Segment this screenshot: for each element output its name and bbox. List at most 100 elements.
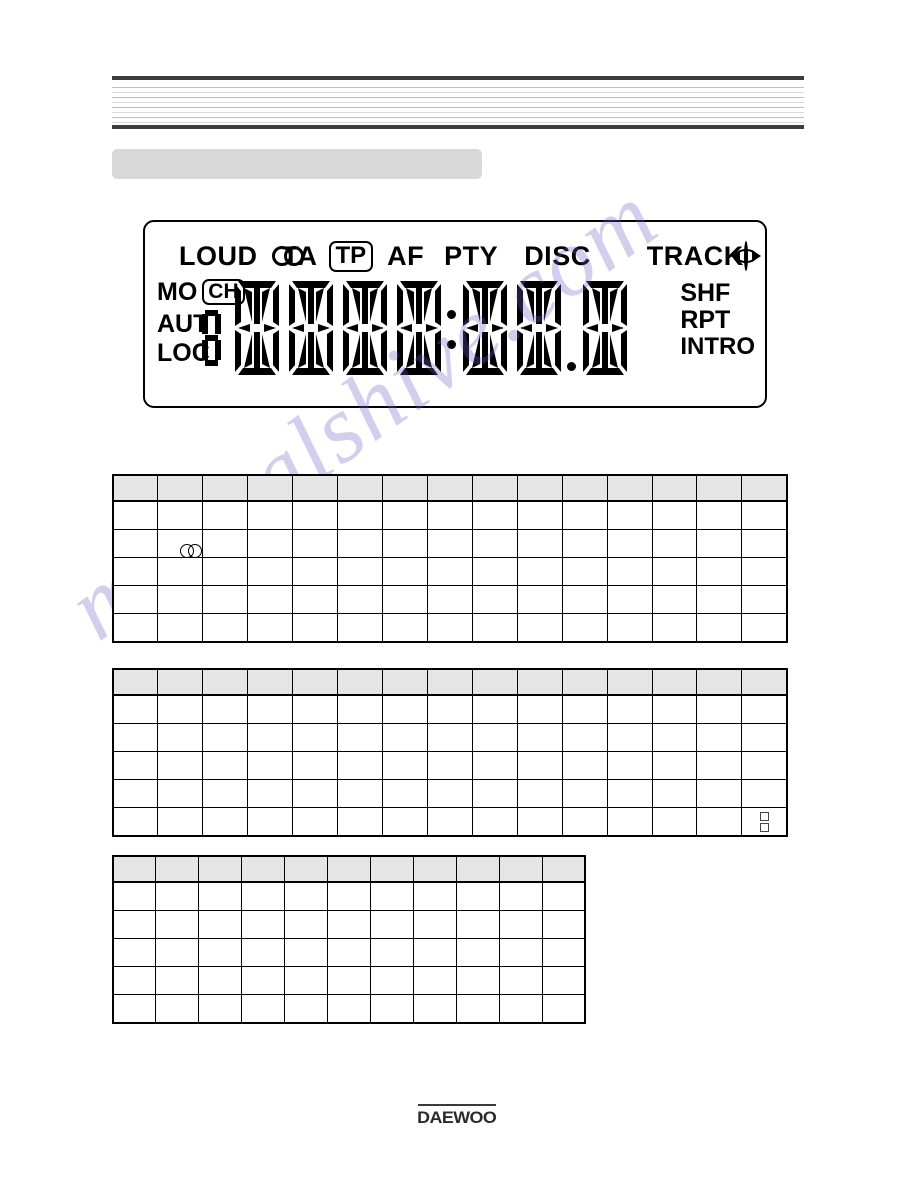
- preset-number-digit: [202, 310, 221, 366]
- segment-cell-6: [512, 278, 566, 378]
- table-cell: [696, 613, 743, 643]
- table-cell: [541, 966, 586, 995]
- table-cell: [202, 529, 249, 558]
- table-cell: [241, 881, 286, 911]
- specification-table-2: [112, 668, 788, 837]
- table-cell: [202, 751, 249, 780]
- table-cell: [651, 500, 698, 530]
- table-cell: [516, 529, 563, 558]
- table-cell: [157, 557, 204, 586]
- table-cell: [382, 723, 428, 752]
- column-header: [155, 855, 200, 883]
- table-cell: [426, 779, 473, 808]
- table-cell: [292, 807, 339, 837]
- lcd-decimal-point: [566, 278, 578, 378]
- table-cell: [155, 966, 200, 995]
- table-cell: [741, 557, 788, 586]
- table-cell: [284, 938, 329, 967]
- table-cell: [157, 585, 204, 614]
- column-header: [426, 474, 473, 502]
- column-header: [292, 474, 339, 502]
- indicator-tp: TP: [328, 240, 374, 272]
- table-row: [112, 966, 586, 995]
- table-cell: [337, 529, 384, 558]
- table-cell: [561, 694, 608, 724]
- table-cell: [516, 557, 563, 586]
- table-cell: [412, 881, 457, 911]
- table-row: [112, 500, 788, 530]
- table-cell: [202, 779, 249, 808]
- table-cell: [382, 557, 428, 586]
- table-cell: [241, 910, 286, 939]
- table-cell: [202, 557, 249, 586]
- table-cell: [426, 723, 473, 752]
- column-header: [651, 668, 698, 696]
- table-cell: [292, 779, 339, 808]
- table-cell: [471, 585, 518, 614]
- indicator-af: AF: [387, 240, 425, 271]
- table-cell-stereo-icon: [157, 529, 204, 558]
- table-header-row: [112, 855, 586, 883]
- table-row: [112, 613, 788, 643]
- table-cell: [284, 910, 329, 939]
- column-header: [247, 668, 294, 696]
- table-cell: [157, 723, 204, 752]
- table-cell: [198, 994, 243, 1024]
- table-cell: [241, 938, 286, 967]
- table-cell: [541, 881, 586, 911]
- column-header: [561, 668, 608, 696]
- table-cell: [651, 557, 698, 586]
- table-cell: [516, 807, 563, 837]
- table-cell: [651, 694, 698, 724]
- table-cell: [337, 557, 384, 586]
- table-cell: [606, 779, 653, 808]
- table-cell: [426, 585, 473, 614]
- table-cell: [471, 613, 518, 643]
- table-cell: [651, 585, 698, 614]
- table-cell: [369, 881, 414, 911]
- logo-rule: [418, 1104, 496, 1106]
- column-header: [292, 668, 339, 696]
- column-header: [561, 474, 608, 502]
- table-cell: [112, 613, 159, 643]
- table-cell: [741, 779, 788, 808]
- column-header: [112, 668, 159, 696]
- table-cell: [412, 910, 457, 939]
- table-cell: [651, 807, 698, 837]
- table-cell: [606, 723, 653, 752]
- table-cell: [455, 881, 500, 911]
- table-cell: [516, 585, 563, 614]
- table-cell: [382, 613, 428, 643]
- column-header: [327, 855, 371, 883]
- table-cell: [471, 557, 518, 586]
- daewoo-logo: DAEWOO: [417, 1108, 497, 1127]
- table-cell: [155, 938, 200, 967]
- table-cell: [155, 910, 200, 939]
- table-cell: [516, 723, 563, 752]
- table-row: [112, 994, 586, 1024]
- table-cell: [292, 500, 339, 530]
- table-cell: [112, 807, 159, 837]
- table-cell: [112, 557, 159, 586]
- page-footer: DAEWOO: [0, 1104, 914, 1128]
- table-cell: [112, 585, 159, 614]
- lcd-character-cells: [230, 278, 632, 378]
- table-cell: [157, 694, 204, 724]
- table-cell: [247, 557, 294, 586]
- specification-table-1: [112, 474, 788, 643]
- table-cell: [516, 500, 563, 530]
- table-cell: [337, 779, 384, 808]
- table-cell: [426, 694, 473, 724]
- table-cell: [426, 500, 473, 530]
- table-cell: [112, 723, 159, 752]
- table-cell: [412, 994, 457, 1024]
- table-cell: [471, 500, 518, 530]
- table-cell: [241, 994, 286, 1024]
- table-row: [112, 807, 788, 837]
- column-header: [498, 855, 543, 883]
- column-header: [606, 668, 653, 696]
- column-header: [455, 855, 500, 883]
- column-header: [198, 855, 243, 883]
- table-cell: [541, 994, 586, 1024]
- table-cell: [112, 694, 159, 724]
